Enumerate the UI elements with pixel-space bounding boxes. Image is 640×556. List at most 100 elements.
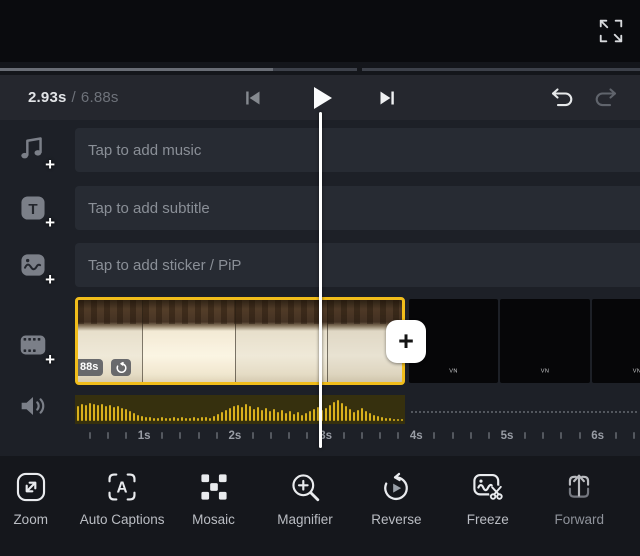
ruler-tick bbox=[343, 432, 345, 439]
subtitle-track-row[interactable]: Tap to add subtitle bbox=[75, 186, 640, 230]
clip-thumbnail bbox=[235, 300, 327, 382]
tool-reverse[interactable]: Reverse bbox=[351, 465, 442, 528]
waveform-bar bbox=[245, 404, 247, 421]
waveform-bar bbox=[273, 409, 275, 421]
waveform-bar bbox=[353, 412, 355, 421]
waveform-bar bbox=[373, 415, 375, 421]
waveform-bar bbox=[129, 411, 131, 421]
ruler-tick bbox=[452, 432, 454, 439]
tool-label: Magnifier bbox=[262, 511, 348, 528]
clip-volume-button[interactable] bbox=[14, 387, 52, 425]
waveform-bar bbox=[277, 412, 279, 421]
waveform-bar bbox=[249, 406, 251, 421]
waveform-bar bbox=[153, 418, 155, 421]
selected-video-clip[interactable]: 88s bbox=[75, 297, 405, 385]
waveform-bar bbox=[197, 418, 199, 421]
tool-forward[interactable]: Forward bbox=[534, 465, 625, 528]
tool-label: Auto Captions bbox=[79, 511, 165, 528]
seekbar[interactable] bbox=[0, 62, 640, 75]
waveform-bar bbox=[297, 412, 299, 421]
undo-icon bbox=[549, 85, 575, 111]
ruler-tick bbox=[161, 432, 163, 439]
tool-magnifier[interactable]: Magnifier bbox=[259, 465, 350, 528]
waveform-bar bbox=[101, 404, 103, 421]
waveform-bar bbox=[381, 417, 383, 421]
svg-text:A: A bbox=[117, 480, 128, 497]
redo-button[interactable] bbox=[590, 75, 622, 120]
forward-icon bbox=[562, 470, 596, 504]
waveform-bar bbox=[117, 406, 119, 421]
ruler-second-label: 2s bbox=[228, 429, 241, 444]
next-frame-icon bbox=[376, 87, 398, 109]
tool-freeze[interactable]: Freeze bbox=[442, 465, 533, 528]
undo-button[interactable] bbox=[546, 75, 578, 120]
waveform-bar bbox=[289, 411, 291, 421]
speaker-icon bbox=[16, 389, 50, 423]
waveform-bar bbox=[361, 408, 363, 421]
ruler-tick bbox=[488, 432, 490, 439]
loop-icon bbox=[115, 361, 128, 374]
next-video-clip[interactable]: VN VN VN bbox=[409, 299, 640, 383]
waveform-bar bbox=[145, 417, 147, 421]
waveform-empty-dots bbox=[411, 411, 637, 413]
waveform-bar bbox=[225, 410, 227, 421]
ruler-tick bbox=[252, 432, 254, 439]
ruler-tick bbox=[306, 432, 308, 439]
waveform-bar bbox=[357, 410, 359, 421]
add-clip-track-button[interactable]: + bbox=[14, 326, 52, 364]
waveform-bar bbox=[137, 415, 139, 421]
ruler-tick bbox=[470, 432, 472, 439]
fullscreen-expand-icon bbox=[597, 17, 625, 45]
fullscreen-button[interactable] bbox=[594, 14, 628, 48]
sticker-track-row[interactable]: Tap to add sticker / PiP bbox=[75, 243, 640, 287]
waveform-bar bbox=[105, 406, 107, 421]
tool-zoom[interactable]: Zoom bbox=[0, 465, 76, 528]
ruler-second-label: 4s bbox=[410, 429, 423, 444]
redo-icon bbox=[593, 85, 619, 111]
ruler-second-label: 5s bbox=[501, 429, 514, 444]
waveform-bar bbox=[281, 410, 283, 421]
seekbar-played bbox=[0, 68, 273, 71]
plus-badge-icon: + bbox=[45, 271, 55, 288]
waveform-bar bbox=[177, 418, 179, 421]
toolbar-row: Zoom A Auto Captions bbox=[0, 465, 625, 528]
previous-frame-button[interactable] bbox=[238, 75, 268, 120]
waveform-bar bbox=[257, 407, 259, 421]
add-music-button[interactable]: + bbox=[14, 131, 52, 169]
waveform-bar bbox=[121, 408, 123, 421]
video-editor-screen: 2.93s / 6.88s bbox=[0, 0, 640, 556]
waveform-bar bbox=[389, 418, 391, 421]
waveform-bar bbox=[221, 412, 223, 421]
waveform-bar bbox=[365, 411, 367, 421]
next-frame-button[interactable] bbox=[372, 75, 402, 120]
waveform-bar bbox=[285, 413, 287, 421]
plus-badge-icon: + bbox=[45, 214, 55, 231]
video-preview[interactable] bbox=[0, 0, 640, 62]
add-clip-plus-icon: + bbox=[398, 328, 414, 355]
total-time: 6.88s bbox=[81, 89, 119, 106]
waveform-bar bbox=[81, 404, 83, 421]
add-text-button[interactable]: T + bbox=[14, 189, 52, 227]
sticker-track-placeholder: Tap to add sticker / PiP bbox=[88, 257, 241, 274]
waveform-bar bbox=[313, 409, 315, 421]
music-track-row[interactable]: Tap to add music bbox=[75, 128, 640, 172]
reverse-icon bbox=[379, 470, 413, 504]
add-clip-button[interactable]: + bbox=[386, 320, 426, 363]
tool-auto-captions[interactable]: A Auto Captions bbox=[76, 465, 167, 528]
audio-waveform[interactable] bbox=[75, 395, 405, 424]
add-sticker-button[interactable]: + bbox=[14, 246, 52, 284]
clip-thumbnail bbox=[142, 300, 235, 382]
waveform-bar bbox=[261, 410, 263, 421]
waveform-bar bbox=[93, 404, 95, 421]
waveform-bar bbox=[265, 408, 267, 421]
tool-mosaic[interactable]: Mosaic bbox=[168, 465, 259, 528]
waveform-bar bbox=[253, 409, 255, 421]
tool-label: Forward bbox=[536, 511, 622, 528]
plus-badge-icon: + bbox=[45, 156, 55, 173]
waveform-bar bbox=[149, 417, 151, 421]
waveform-bar bbox=[333, 402, 335, 421]
ruler-tick bbox=[125, 432, 127, 439]
previous-frame-icon bbox=[242, 87, 264, 109]
freeze-icon bbox=[471, 470, 505, 504]
clip-loop-badge bbox=[111, 359, 131, 376]
